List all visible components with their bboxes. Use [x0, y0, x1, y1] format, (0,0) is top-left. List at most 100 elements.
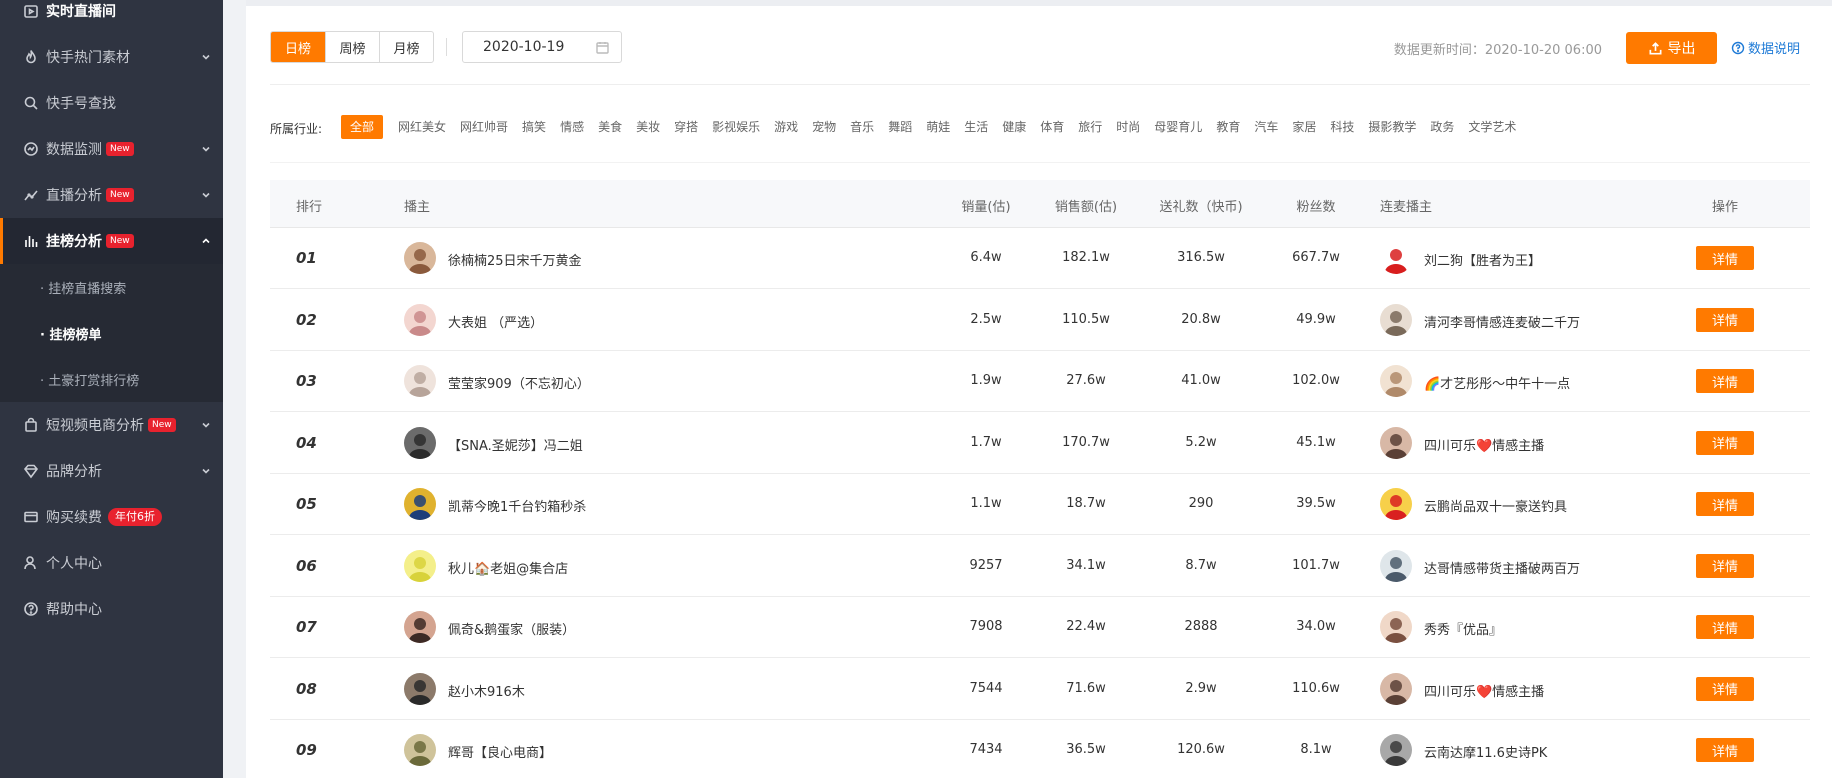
streamer-avatar[interactable] [404, 672, 436, 705]
industry-option[interactable]: 科技 [1323, 115, 1361, 139]
detail-button[interactable]: 详情 [1696, 307, 1754, 332]
industry-option[interactable]: 体育 [1033, 115, 1071, 139]
chevron-down-icon [201, 142, 211, 152]
industry-option[interactable]: 宠物 [805, 115, 843, 139]
connected-streamer-avatar[interactable] [1380, 488, 1412, 520]
sidebar-sub-item-ranking-search[interactable]: · 挂榜直播搜索 [0, 264, 223, 310]
industry-option[interactable]: 美妆 [629, 115, 667, 139]
sidebar-item-purchase[interactable]: 购买续费 年付6折 [0, 494, 223, 540]
connected-streamer-name[interactable]: 清河李哥情感连麦破二千万 [1424, 312, 1580, 331]
streamer-name[interactable]: 大表姐 （严选） [448, 312, 543, 331]
sidebar-item-personal-center[interactable]: 个人中心 [0, 540, 223, 586]
sidebar-item-hot-material[interactable]: 快手热门素材 [0, 34, 223, 80]
streamer-avatar[interactable] [404, 242, 436, 274]
industry-option[interactable]: 美食 [591, 115, 629, 139]
streamer-name[interactable]: 辉哥【良心电商】 [448, 742, 552, 761]
connected-streamer-name[interactable]: 四川可乐❤️情感主播 [1424, 681, 1544, 700]
tab-weekly[interactable]: 周榜 [325, 32, 379, 62]
sidebar-item-label: 直播分析 [46, 188, 102, 204]
streamer-name[interactable]: 【SNA.圣妮莎】冯二姐 [448, 435, 583, 454]
export-button[interactable]: 导出 [1626, 32, 1717, 64]
connected-streamer-name[interactable]: 云鹏尚品双十一豪送钓具 [1424, 496, 1567, 515]
industry-option[interactable]: 政务 [1423, 115, 1461, 139]
connected-streamer-name[interactable]: 🌈才艺彤彤～中午十一点 [1424, 373, 1570, 392]
detail-button[interactable]: 详情 [1696, 369, 1754, 393]
date-picker[interactable]: 2020-10-19 [462, 31, 622, 63]
industry-option[interactable]: 音乐 [843, 115, 881, 139]
detail-button[interactable]: 详情 [1696, 246, 1754, 270]
data-description-link[interactable]: 数据说明 [1731, 38, 1800, 57]
industry-option[interactable]: 网红美女 [391, 115, 453, 139]
sidebar-item-data-monitor[interactable]: 数据监测 New [0, 126, 223, 172]
streamer-name[interactable]: 莹莹家909（不忘初心） [448, 373, 590, 392]
industry-option[interactable]: 时尚 [1109, 115, 1147, 139]
sidebar-item-account-search[interactable]: 快手号查找 [0, 80, 223, 126]
connected-streamer-avatar[interactable] [1380, 426, 1412, 459]
streamer-name[interactable]: 徐楠楠25日宋千万黄金 [448, 250, 582, 269]
detail-button[interactable]: 详情 [1696, 553, 1754, 578]
streamer-avatar[interactable] [404, 365, 436, 397]
industry-option[interactable]: 家居 [1285, 115, 1323, 139]
fans-value: 39.5w [1296, 496, 1336, 511]
fans-value: 8.1w [1300, 742, 1332, 757]
connected-streamer-avatar[interactable] [1380, 611, 1412, 643]
industry-option[interactable]: 网红帅哥 [453, 115, 515, 139]
detail-button[interactable]: 详情 [1696, 615, 1754, 639]
sidebar-item-live-analysis[interactable]: 直播分析 New [0, 172, 223, 218]
industry-option[interactable]: 穿搭 [667, 115, 705, 139]
industry-option[interactable]: 摄影教学 [1361, 115, 1423, 139]
industry-option[interactable]: 全部 [341, 115, 384, 139]
detail-button[interactable]: 详情 [1696, 738, 1754, 762]
fans-value: 45.1w [1296, 434, 1336, 450]
streamer-name[interactable]: 秋儿🏠老姐@集合店 [448, 558, 568, 577]
detail-button[interactable]: 详情 [1696, 676, 1754, 701]
connected-streamer-name[interactable]: 云南达摩11.6史诗PK [1424, 742, 1547, 761]
connected-streamer-avatar[interactable] [1380, 734, 1412, 766]
connected-streamer-name[interactable]: 达哥情感带货主播破两百万 [1424, 558, 1580, 577]
sidebar-item-brand-analysis[interactable]: 品牌分析 [0, 448, 223, 494]
industry-option[interactable]: 教育 [1209, 115, 1247, 139]
detail-button[interactable]: 详情 [1696, 430, 1754, 455]
sidebar-item-label: 购买续费 [46, 510, 102, 526]
streamer-avatar[interactable] [404, 426, 436, 459]
connected-streamer-avatar[interactable] [1380, 365, 1412, 397]
streamer-avatar[interactable] [404, 303, 436, 336]
streamer-avatar[interactable] [404, 611, 436, 643]
industry-option[interactable]: 情感 [553, 115, 591, 139]
connected-streamer-avatar[interactable] [1380, 242, 1412, 274]
industry-option[interactable]: 生活 [957, 115, 995, 139]
gifts-value: 41.0w [1181, 373, 1221, 388]
sidebar-item-short-video-ecom[interactable]: 短视频电商分析 New [0, 402, 223, 448]
streamer-name[interactable]: 赵小木916木 [448, 681, 525, 700]
streamer-avatar[interactable] [404, 488, 436, 520]
connected-streamer-avatar[interactable] [1380, 303, 1412, 336]
industry-option[interactable]: 文学艺术 [1461, 115, 1523, 139]
connected-streamer-name[interactable]: 刘二狗【胜者为王】 [1424, 250, 1541, 269]
industry-option[interactable]: 游戏 [767, 115, 805, 139]
detail-button[interactable]: 详情 [1696, 492, 1754, 516]
industry-option[interactable]: 萌娃 [919, 115, 957, 139]
sidebar-item-ranking-analysis[interactable]: 挂榜分析 New [0, 218, 223, 264]
industry-option[interactable]: 舞蹈 [881, 115, 919, 139]
connected-streamer-name[interactable]: 秀秀『优品』 [1424, 619, 1502, 638]
industry-option[interactable]: 母婴育儿 [1147, 115, 1209, 139]
industry-option[interactable]: 汽车 [1247, 115, 1285, 139]
sidebar-sub-item-tipper-ranking[interactable]: · 土豪打赏排行榜 [0, 356, 223, 402]
streamer-name[interactable]: 佩奇&鹅蛋家（服装） [448, 619, 575, 638]
industry-option[interactable]: 影视娱乐 [705, 115, 767, 139]
streamer-avatar[interactable] [404, 734, 436, 766]
connected-streamer-avatar[interactable] [1380, 549, 1412, 582]
streamer-name[interactable]: 凯蒂今晚1千台钓箱秒杀 [448, 496, 586, 515]
connected-streamer-name[interactable]: 四川可乐❤️情感主播 [1424, 435, 1544, 454]
sidebar-sub-item-ranking-list[interactable]: · 挂榜榜单 [0, 310, 223, 356]
connected-streamer-avatar[interactable] [1380, 672, 1412, 705]
tab-monthly[interactable]: 月榜 [379, 32, 433, 62]
sidebar-item-live-room[interactable]: 实时直播间 [0, 0, 223, 34]
industry-option[interactable]: 搞笑 [515, 115, 553, 139]
sidebar-item-help-center[interactable]: 帮助中心 [0, 586, 223, 632]
col-streamer: 播主 [404, 200, 431, 215]
streamer-avatar[interactable] [404, 549, 436, 582]
industry-option[interactable]: 旅行 [1071, 115, 1109, 139]
industry-option[interactable]: 健康 [995, 115, 1033, 139]
tab-daily[interactable]: 日榜 [271, 32, 325, 62]
